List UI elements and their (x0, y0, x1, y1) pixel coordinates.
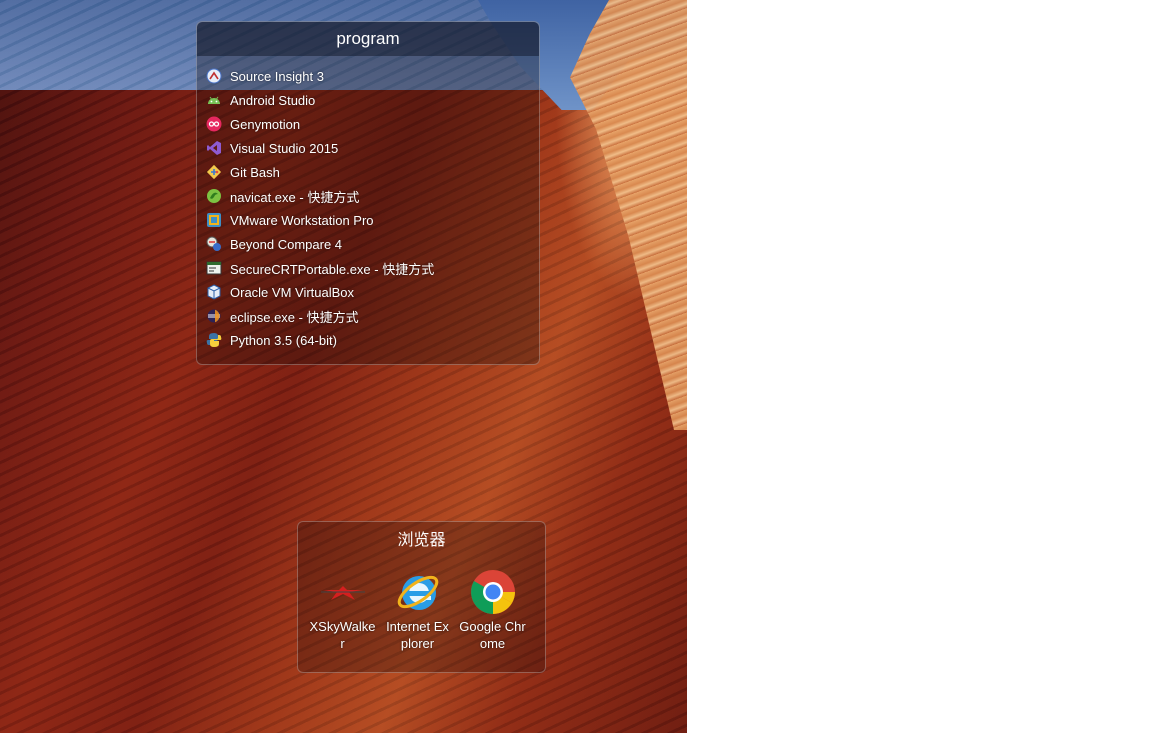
shortcut-label: SecureCRTPortable.exe - 快捷方式 (230, 261, 435, 277)
shortcut-beyond-compare[interactable]: Beyond Compare 4 (206, 232, 539, 256)
shortcut-label: Visual Studio 2015 (230, 140, 339, 156)
shortcut-label: Google Chrome (459, 619, 526, 651)
shortcut-label: XSkyWalker (309, 619, 376, 651)
shortcut-internet-explorer[interactable]: Internet Explorer (380, 560, 455, 652)
shortcut-label: eclipse.exe - 快捷方式 (230, 309, 359, 325)
source-insight-icon (206, 68, 222, 84)
google-chrome-icon (469, 568, 517, 616)
securecrt-icon (206, 260, 222, 276)
shortcut-label: navicat.exe - 快捷方式 (230, 189, 360, 205)
shortcut-label: VMware Workstation Pro (230, 212, 374, 228)
wallpaper-cliff (570, 0, 687, 430)
shortcut-virtualbox[interactable]: Oracle VM VirtualBox (206, 280, 539, 304)
shortcut-visual-studio[interactable]: Visual Studio 2015 (206, 136, 539, 160)
shortcut-vmware[interactable]: VMware Workstation Pro (206, 208, 539, 232)
shortcut-label: Android Studio (230, 92, 316, 108)
fence-title[interactable]: 浏览器 (298, 522, 545, 560)
shortcut-label: Beyond Compare 4 (230, 236, 343, 252)
program-list: Source Insight 3 Android Studio Genymoti… (197, 56, 539, 352)
virtualbox-icon (206, 284, 222, 300)
internet-explorer-icon (394, 568, 442, 616)
fence-program[interactable]: program Source Insight 3 Android Studio … (196, 21, 540, 365)
eclipse-icon (206, 308, 222, 324)
beyond-compare-icon (206, 236, 222, 252)
shortcut-label: Python 3.5 (64-bit) (230, 332, 337, 348)
shortcut-genymotion[interactable]: Genymotion (206, 112, 539, 136)
fence-title[interactable]: program (197, 22, 539, 56)
shortcut-xskywalker[interactable]: XSkyWalker (305, 560, 380, 652)
browser-row: XSkyWalker Internet Explorer Google Chro… (298, 560, 545, 652)
shortcut-eclipse[interactable]: eclipse.exe - 快捷方式 (206, 304, 539, 328)
genymotion-icon (206, 116, 222, 132)
xskywalker-icon (319, 568, 367, 616)
git-bash-icon (206, 164, 222, 180)
shortcut-securecrt[interactable]: SecureCRTPortable.exe - 快捷方式 (206, 256, 539, 280)
desktop-wallpaper: program Source Insight 3 Android Studio … (0, 0, 687, 733)
shortcut-navicat[interactable]: navicat.exe - 快捷方式 (206, 184, 539, 208)
shortcut-source-insight[interactable]: Source Insight 3 (206, 64, 539, 88)
shortcut-python[interactable]: Python 3.5 (64-bit) (206, 328, 539, 352)
vmware-icon (206, 212, 222, 228)
shortcut-google-chrome[interactable]: Google Chrome (455, 560, 530, 652)
shortcut-git-bash[interactable]: Git Bash (206, 160, 539, 184)
shortcut-label: Source Insight 3 (230, 68, 324, 84)
fence-browser[interactable]: 浏览器 XSkyWalker Internet Explorer Google … (297, 521, 546, 673)
shortcut-label: Oracle VM VirtualBox (230, 284, 355, 300)
shortcut-label: Genymotion (230, 116, 301, 132)
android-studio-icon (206, 92, 222, 108)
visual-studio-icon (206, 140, 222, 156)
shortcut-android-studio[interactable]: Android Studio (206, 88, 539, 112)
python-icon (206, 332, 222, 348)
shortcut-label: Git Bash (230, 164, 280, 180)
shortcut-label: Internet Explorer (386, 619, 449, 651)
navicat-icon (206, 188, 222, 204)
